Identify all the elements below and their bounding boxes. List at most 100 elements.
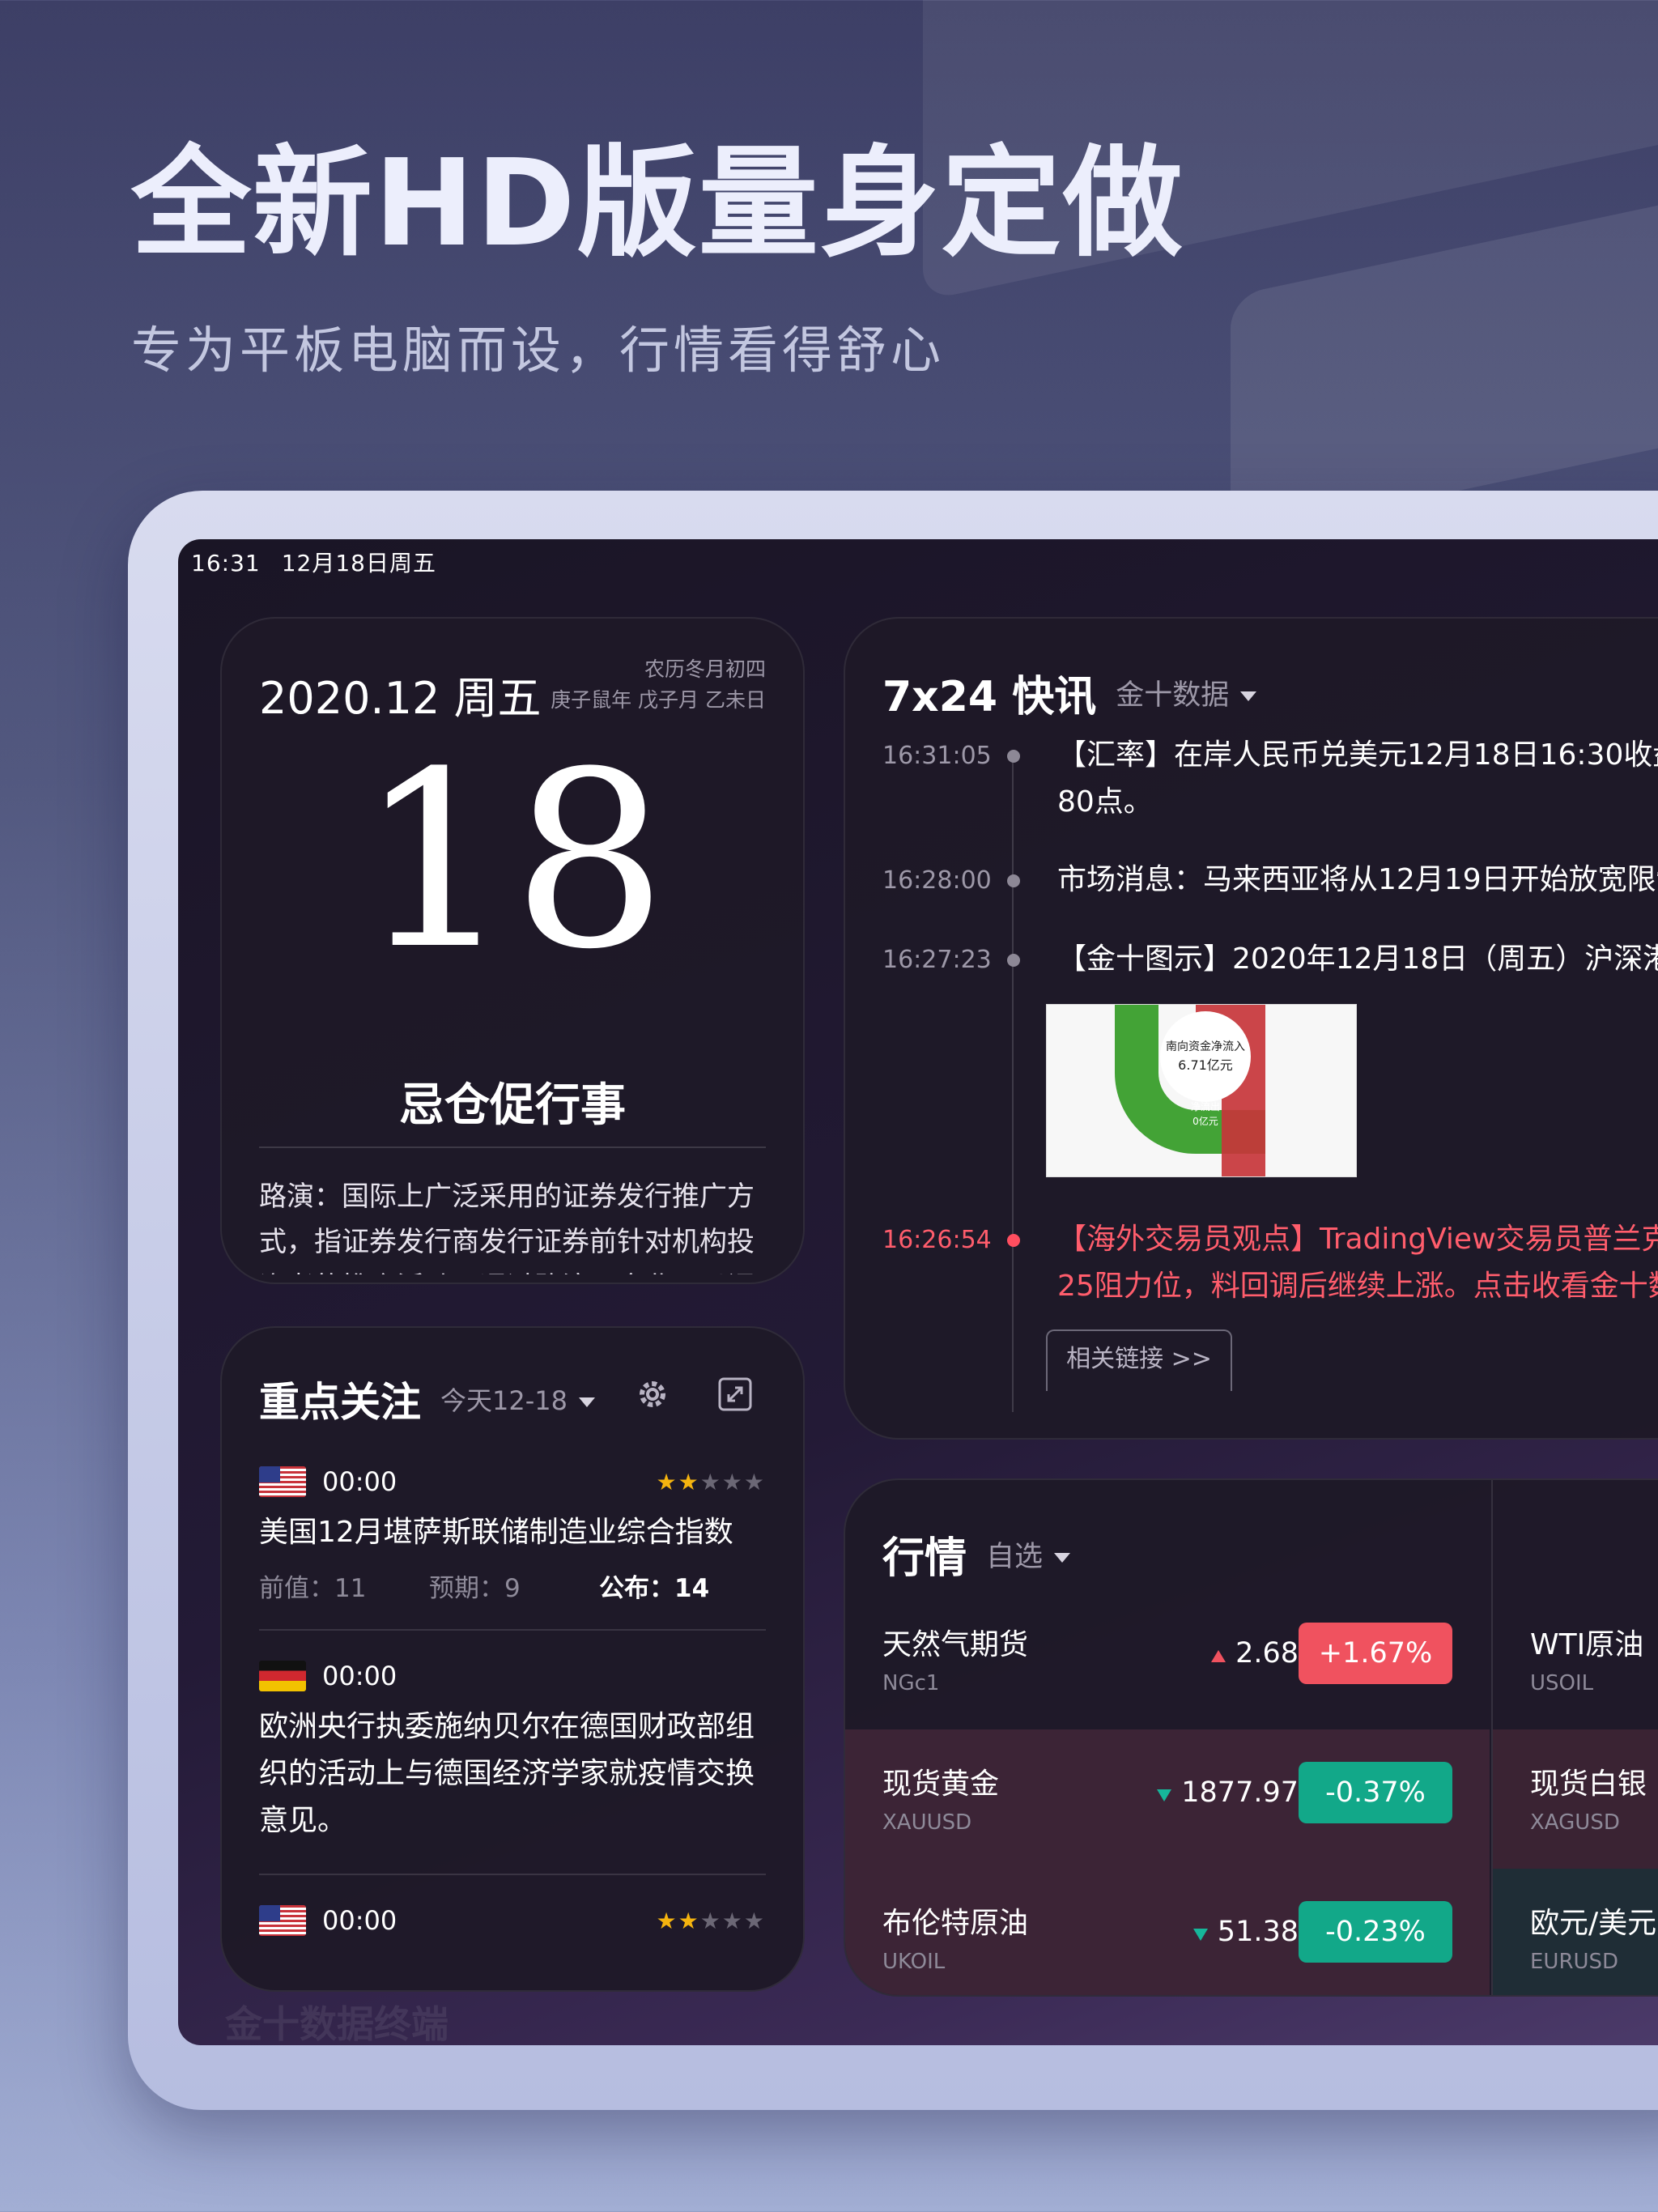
instrument-code: EURUSD xyxy=(1530,1950,1619,1974)
up-arrow-icon xyxy=(1211,1650,1226,1662)
market-title: 行情 xyxy=(882,1534,967,1583)
news-time: 16:31:05 xyxy=(882,742,992,770)
change-badge: +1.67% xyxy=(1299,1623,1452,1684)
lunar-year: 庚子鼠年 戊子月 乙未日 xyxy=(551,688,766,712)
importance-stars: ★★★★★ xyxy=(656,1468,766,1495)
event-time: 00:00 xyxy=(322,1661,397,1691)
instrument-code: USOIL xyxy=(1530,1671,1594,1695)
chevron-down-icon xyxy=(1054,1553,1071,1563)
chevron-down-icon xyxy=(1240,691,1257,701)
news-time: 16:26:54 xyxy=(882,1226,992,1254)
us-flag-icon xyxy=(259,1905,306,1936)
news-title: 7x24 快讯 xyxy=(882,673,1097,721)
image-outflow-value: 0亿元 xyxy=(1192,1115,1218,1127)
event-title: 美国12月堪萨斯联储制造业综合指数 xyxy=(259,1516,733,1549)
market-row[interactable]: 欧元/美元 EURUSD xyxy=(1493,1869,1658,1995)
calendar-day: 18 xyxy=(358,720,667,1002)
news-image[interactable]: 南向资金净流入 6.71亿元 净流出 0亿元 xyxy=(1046,1004,1357,1177)
divider xyxy=(259,1874,766,1875)
instrument-name: 欧元/美元 xyxy=(1530,1907,1657,1940)
background-shape xyxy=(1231,189,1658,539)
instrument-name: 布伦特原油 xyxy=(882,1907,1029,1940)
watermark: 金十数据终端 xyxy=(225,2002,449,2045)
instrument-name: 现货白银 xyxy=(1530,1767,1647,1801)
news-text: 市场消息：马来西亚将从12月19日开始放宽限制 xyxy=(1057,863,1658,896)
instrument-price: 51.38 xyxy=(1192,1916,1299,1948)
market-watchlist-label: 自选 xyxy=(986,1541,1044,1573)
event-forecast: 预期：9 xyxy=(429,1574,521,1603)
image-center-value: 6.71亿元 xyxy=(1178,1057,1233,1073)
news-source-label: 金十数据 xyxy=(1116,679,1230,712)
price-value: 1877.97 xyxy=(1181,1776,1299,1809)
event-published-label: 公布： xyxy=(599,1574,674,1603)
divider xyxy=(259,1629,766,1631)
focus-title: 重点关注 xyxy=(259,1379,421,1426)
tablet-screen: 16:31 12月18日周五 2020.12 周五 农历冬月初四 庚子鼠年 戊子月… xyxy=(178,539,1658,2045)
focus-card: 重点关注 今天12-18 00:00 ★★★★★ 美国12月堪萨斯联储制造业综合… xyxy=(220,1326,805,1992)
market-header: 行情 自选 xyxy=(882,1524,1071,1585)
status-time: 16:31 xyxy=(191,550,261,576)
market-row[interactable]: 天然气期货 NGc1 2.68 +1.67% xyxy=(845,1590,1490,1729)
market-watchlist-dropdown[interactable]: 自选 xyxy=(986,1534,1071,1575)
news-header: 7x24 快讯 金十数据 xyxy=(882,662,1257,723)
news-time: 16:28:00 xyxy=(882,866,992,895)
image-center-label: 南向资金净流入 xyxy=(1166,1040,1245,1053)
event-time: 00:00 xyxy=(322,1466,397,1497)
instrument-name: 天然气期货 xyxy=(882,1628,1029,1661)
change-badge: -0.37% xyxy=(1299,1762,1452,1823)
instrument-price: 2.68 xyxy=(1211,1637,1299,1670)
down-arrow-icon xyxy=(1157,1789,1172,1802)
hero-title: 全新HD版量身定做 xyxy=(131,134,1184,273)
calendar-avoid: 忌仓促行事 xyxy=(399,1079,626,1132)
divider xyxy=(259,1146,766,1148)
market-row[interactable]: 布伦特原油 UKOIL 51.38 -0.23% xyxy=(845,1869,1490,1995)
event-item[interactable]: 00:00 ★★★★★ xyxy=(259,1903,766,1938)
focus-header: 重点关注 今天12-18 xyxy=(259,1370,595,1428)
lunar-month: 农历冬月初四 xyxy=(644,657,766,681)
event-time: 00:00 xyxy=(322,1905,397,1936)
expand-icon[interactable] xyxy=(717,1376,753,1412)
calendar-description: 路演：国际上广泛采用的证券发行推广方式，指证券发行商发行证券前针对机构投资者的推… xyxy=(259,1180,755,1274)
instrument-code: XAGUSD xyxy=(1530,1810,1620,1835)
event-published-value: 14 xyxy=(674,1574,710,1603)
importance-stars: ★★★★★ xyxy=(656,1907,766,1934)
chevron-down-icon xyxy=(579,1397,595,1407)
event-prev: 前值：11 xyxy=(259,1574,367,1603)
timeline-dot xyxy=(1007,1234,1020,1247)
calendar-lunar: 农历冬月初四 庚子鼠年 戊子月 乙未日 xyxy=(551,654,766,716)
us-flag-icon xyxy=(259,1466,306,1497)
image-outflow-label: 净流出 xyxy=(1191,1101,1220,1112)
calendar-date: 2020.12 周五 xyxy=(259,673,542,724)
focus-date-label: 今天12-18 xyxy=(440,1385,568,1416)
market-row[interactable]: WTI原油 USOIL xyxy=(1493,1590,1658,1729)
gear-icon[interactable] xyxy=(635,1376,670,1412)
change-badge: -0.23% xyxy=(1299,1901,1452,1963)
instrument-code: UKOIL xyxy=(882,1950,946,1974)
price-value: 2.68 xyxy=(1235,1637,1299,1670)
event-item[interactable]: 00:00 欧洲央行执委施纳贝尔在德国财政部组织的活动上与德国经济学家就疫情交换… xyxy=(259,1658,766,1844)
event-item[interactable]: 00:00 ★★★★★ 美国12月堪萨斯联储制造业综合指数 前值：11 预期：9… xyxy=(259,1464,766,1604)
news-text: 【金十图示】2020年12月18日（周五）沪深港 xyxy=(1057,942,1658,976)
market-row[interactable]: 现货黄金 XAUUSD 1877.97 -0.37% xyxy=(845,1729,1490,1869)
instrument-name: 现货黄金 xyxy=(882,1767,1000,1801)
news-time: 16:27:23 xyxy=(882,946,992,974)
calendar-card[interactable]: 2020.12 周五 农历冬月初四 庚子鼠年 戊子月 乙未日 18 忌仓促行事 … xyxy=(220,617,805,1284)
news-text: 80点。 xyxy=(1057,785,1153,819)
instrument-price: 1877.97 xyxy=(1157,1776,1299,1809)
event-title: 欧洲央行执委施纳贝尔在德国财政部组织的活动上与德国经济学家就疫情交换意见。 xyxy=(259,1710,755,1837)
timeline-dot xyxy=(1007,954,1020,967)
market-row[interactable]: 现货白银 XAGUSD xyxy=(1493,1729,1658,1869)
hero-subtitle: 专为平板电脑而设，行情看得舒心 xyxy=(131,321,946,380)
status-date: 12月18日周五 xyxy=(281,550,436,576)
news-text: 【汇率】在岸人民币兑美元12月18日16:30收盘 xyxy=(1057,738,1658,772)
instrument-code: XAUUSD xyxy=(882,1810,972,1835)
down-arrow-icon xyxy=(1192,1929,1208,1941)
instrument-name: WTI原油 xyxy=(1530,1628,1644,1661)
instrument-code: NGc1 xyxy=(882,1671,940,1695)
news-source-dropdown[interactable]: 金十数据 xyxy=(1116,672,1257,713)
price-value: 51.38 xyxy=(1217,1916,1299,1948)
focus-date-dropdown[interactable]: 今天12-18 xyxy=(440,1380,595,1418)
related-link-button[interactable]: 相关链接 >> xyxy=(1046,1329,1232,1391)
market-card: 行情 自选 天然气期货 NGc1 2.68 +1.67% 现货黄金 XAUUSD… xyxy=(844,1478,1658,1997)
event-published: 公布：14 xyxy=(599,1568,709,1604)
